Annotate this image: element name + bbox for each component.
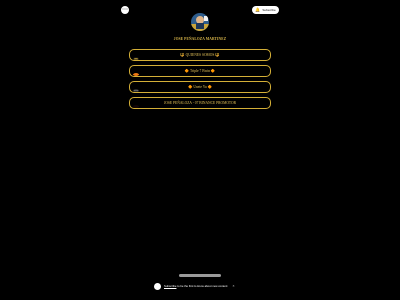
subscribe-label: Subscribe (262, 8, 276, 12)
linktree-logo-icon (154, 282, 161, 290)
link-label: 🔶 Unete Ya 🔶 (188, 85, 212, 89)
linktree-page: ⋯ 🔔 Subscribe JOSE PEÑALOZA MARTINEZ 🔱 Q… (0, 0, 400, 300)
orange-logo-thumbnail-icon (132, 68, 140, 76)
logo-thumbnail-icon (132, 52, 140, 60)
red-logo-thumbnail-icon (132, 100, 140, 108)
link-binance-promotor[interactable]: JOSE PEÑALOZA - 07 BINANCE PROMOTOR (129, 97, 271, 109)
avatar (191, 13, 209, 31)
close-icon[interactable]: × (232, 284, 234, 288)
subscribe-banner: Subscribe to be the first to know about … (154, 282, 246, 290)
link-triple-7-bwin[interactable]: 🔶 Triple 7 Bwin 🔶 (129, 65, 271, 77)
ellipsis-icon: ⋯ (122, 7, 128, 13)
scroll-handle[interactable] (179, 274, 221, 277)
link-list: 🔱 QUIENES SOMOS 🔱 🔶 Triple 7 Bwin 🔶 🔶 Un… (129, 49, 271, 113)
link-label: JOSE PEÑALOZA - 07 BINANCE PROMOTOR (163, 101, 237, 105)
ellipsis-menu-button[interactable]: ⋯ (121, 6, 129, 14)
link-unete-ya[interactable]: 🔶 Unete Ya 🔶 (129, 81, 271, 93)
subscribe-banner-message: to be the first to know about new conten… (176, 284, 228, 288)
subscribe-banner-link[interactable]: Subscribe (164, 284, 176, 288)
subscribe-banner-text: Subscribe to be the first to know about … (164, 284, 227, 288)
dark-logo-thumbnail-icon (132, 84, 140, 92)
link-label: 🔶 Triple 7 Bwin 🔶 (184, 69, 216, 73)
subscribe-button[interactable]: 🔔 Subscribe (252, 6, 279, 14)
bell-icon: 🔔 (255, 7, 261, 12)
profile-name: JOSE PEÑALOZA MARTINEZ (173, 37, 227, 41)
link-label: 🔱 QUIENES SOMOS 🔱 (180, 53, 220, 57)
link-quienes-somos[interactable]: 🔱 QUIENES SOMOS 🔱 (129, 49, 271, 61)
